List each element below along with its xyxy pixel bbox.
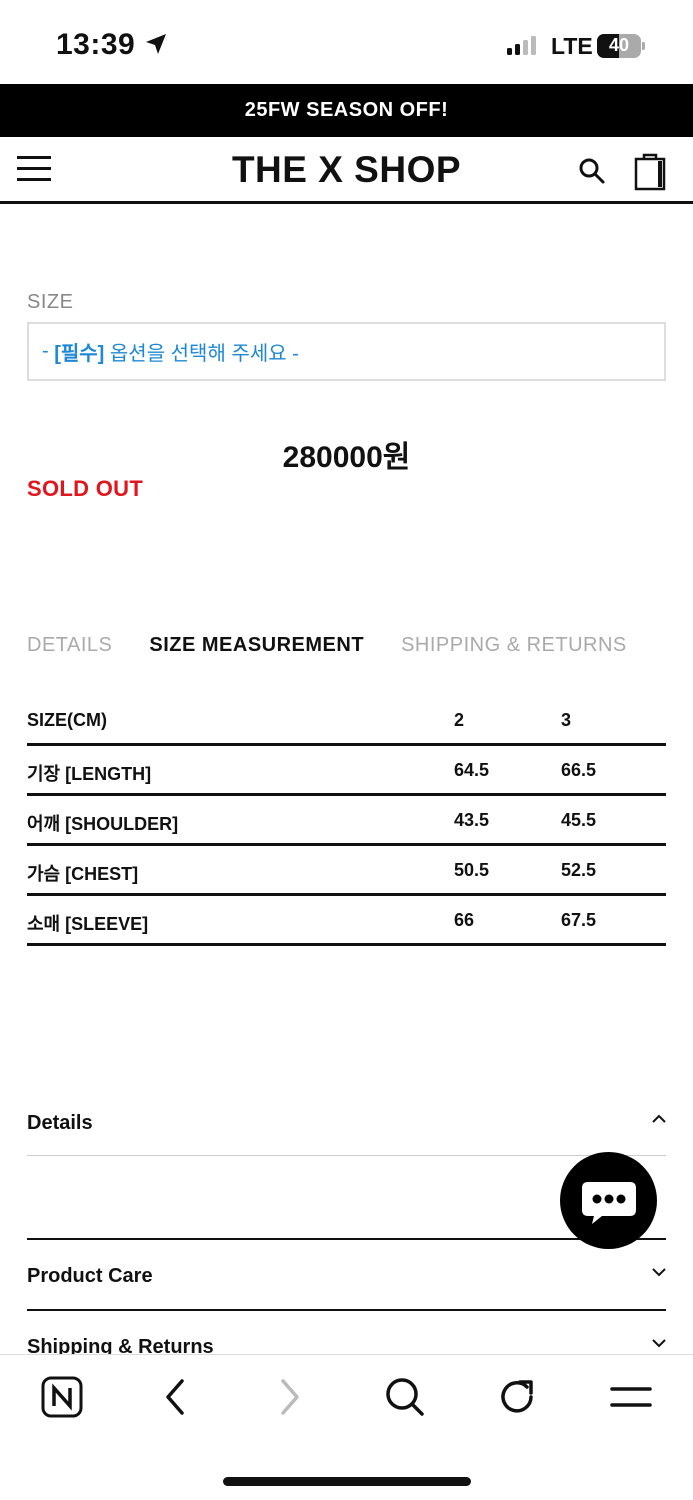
header-size-2: 2 [454, 710, 465, 730]
table-header-row: SIZE(CM) 2 3 [27, 696, 666, 746]
row-value: 66.5 [561, 760, 597, 780]
accordion-product-care[interactable]: Product Care [27, 1265, 666, 1288]
select-placeholder: 옵션을 선택해 주세요 - [104, 343, 299, 365]
network-type: LTE [551, 33, 593, 59]
sold-out-label: SOLD OUT [27, 476, 144, 501]
row-label: 기장 [LENGTH] [27, 764, 152, 784]
row-label: 어깨 [SHOULDER] [27, 814, 179, 834]
status-bar: 13:39 LTE 40 [0, 0, 693, 84]
accordion-details[interactable]: Details [27, 1112, 666, 1135]
accordion-label: Details [27, 1112, 93, 1134]
tab-shipping-returns[interactable]: SHIPPING & RETURNS [401, 634, 627, 657]
menu-icon[interactable] [609, 1375, 653, 1419]
promo-banner[interactable]: 25FW SEASON OFF! [0, 84, 693, 137]
chevron-down-icon [652, 1268, 666, 1277]
header-size-3: 3 [561, 710, 572, 730]
select-dash: - [42, 340, 55, 362]
location-arrow-icon [146, 34, 166, 54]
accordion-label: Product Care [27, 1265, 153, 1287]
table-row: 가슴 [CHEST] 50.5 52.5 [27, 846, 666, 896]
row-value: 64.5 [454, 760, 490, 780]
row-label: 가슴 [CHEST] [27, 864, 139, 884]
row-value: 66 [454, 910, 475, 930]
battery-level: 40 [608, 35, 630, 55]
table-row: 기장 [LENGTH] 64.5 66.5 [27, 746, 666, 796]
site-header: THE X SHOP [0, 137, 693, 204]
search-icon[interactable] [383, 1375, 427, 1419]
select-required-tag: [필수] [54, 343, 105, 365]
row-value: 43.5 [454, 810, 490, 830]
chevron-down-icon [652, 1339, 666, 1348]
size-option-select[interactable]: - [필수] 옵션을 선택해 주세요 - [27, 322, 666, 381]
battery-icon: 40 [597, 34, 645, 58]
tab-size-measurement[interactable]: SIZE MEASUREMENT [149, 634, 364, 657]
row-value: 52.5 [561, 860, 597, 880]
back-icon[interactable] [160, 1375, 190, 1419]
info-tabs: DETAILS SIZE MEASUREMENT SHIPPING & RETU… [27, 634, 664, 657]
chat-button[interactable] [560, 1152, 657, 1249]
divider [27, 1309, 666, 1311]
chat-bubble-icon [582, 1182, 636, 1224]
cellular-signal-icon [507, 36, 536, 55]
table-row: 소매 [SLEEVE] 66 67.5 [27, 896, 666, 946]
product-price: 280000원 [282, 441, 411, 474]
table-row: 어깨 [SHOULDER] 43.5 45.5 [27, 796, 666, 846]
tab-details[interactable]: DETAILS [27, 634, 112, 657]
forward-icon[interactable] [275, 1375, 305, 1419]
row-value: 50.5 [454, 860, 490, 880]
naver-home-icon[interactable] [40, 1375, 84, 1419]
size-label: SIZE [27, 291, 74, 313]
shopping-bag-icon[interactable] [634, 151, 668, 191]
home-indicator[interactable] [223, 1477, 471, 1486]
refresh-icon[interactable] [496, 1375, 540, 1419]
row-label: 소매 [SLEEVE] [27, 914, 149, 934]
search-icon[interactable] [578, 157, 606, 185]
size-measurement-table: SIZE(CM) 2 3 기장 [LENGTH] 64.5 66.5 어깨 [S… [27, 696, 666, 946]
header-size: SIZE(CM) [27, 710, 107, 730]
row-value: 67.5 [561, 910, 597, 930]
chevron-up-icon [652, 1114, 666, 1123]
status-time: 13:39 [56, 28, 136, 61]
row-value: 45.5 [561, 810, 597, 830]
